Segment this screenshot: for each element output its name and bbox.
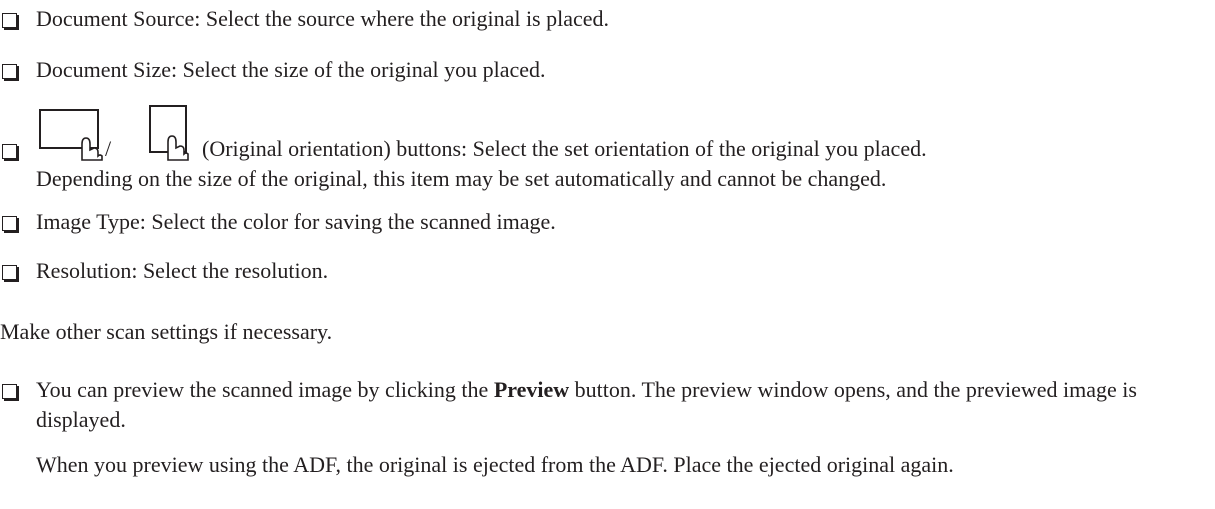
image-type-text: Image Type: Select the color for saving … <box>36 209 556 234</box>
adf-note-text: When you preview using the ADF, the orig… <box>36 452 954 477</box>
checkbox-bullet <box>2 216 17 231</box>
orientation-text-continued: Depending on the size of the original, t… <box>36 166 887 191</box>
landscape-orientation-icon[interactable] <box>39 109 103 161</box>
checkbox-bullet <box>2 13 17 28</box>
orientation-text: (Original orientation) buttons: Select t… <box>202 136 927 161</box>
checkbox-bullet <box>2 265 17 280</box>
list-item: / (Original orientation) buttons: Select… <box>0 104 1215 194</box>
resolution-text: Resolution: Select the resolution. <box>36 258 329 283</box>
checkbox-bullet <box>2 64 17 79</box>
preview-text: You can preview the scanned image by cli… <box>36 375 1206 435</box>
note-text: Make other scan settings if necessary. <box>0 319 333 344</box>
checkbox-bullet <box>2 384 17 399</box>
document-size-text: Document Size: Select the size of the or… <box>36 57 546 82</box>
icon-separator: / <box>105 136 112 161</box>
portrait-orientation-icon[interactable] <box>149 105 189 161</box>
preview-button-label: Preview <box>493 377 570 402</box>
preview-text-before: You can preview the scanned image by cli… <box>36 377 494 402</box>
document-source-text: Document Source: Select the source where… <box>36 6 610 31</box>
checkbox-bullet <box>2 144 17 159</box>
